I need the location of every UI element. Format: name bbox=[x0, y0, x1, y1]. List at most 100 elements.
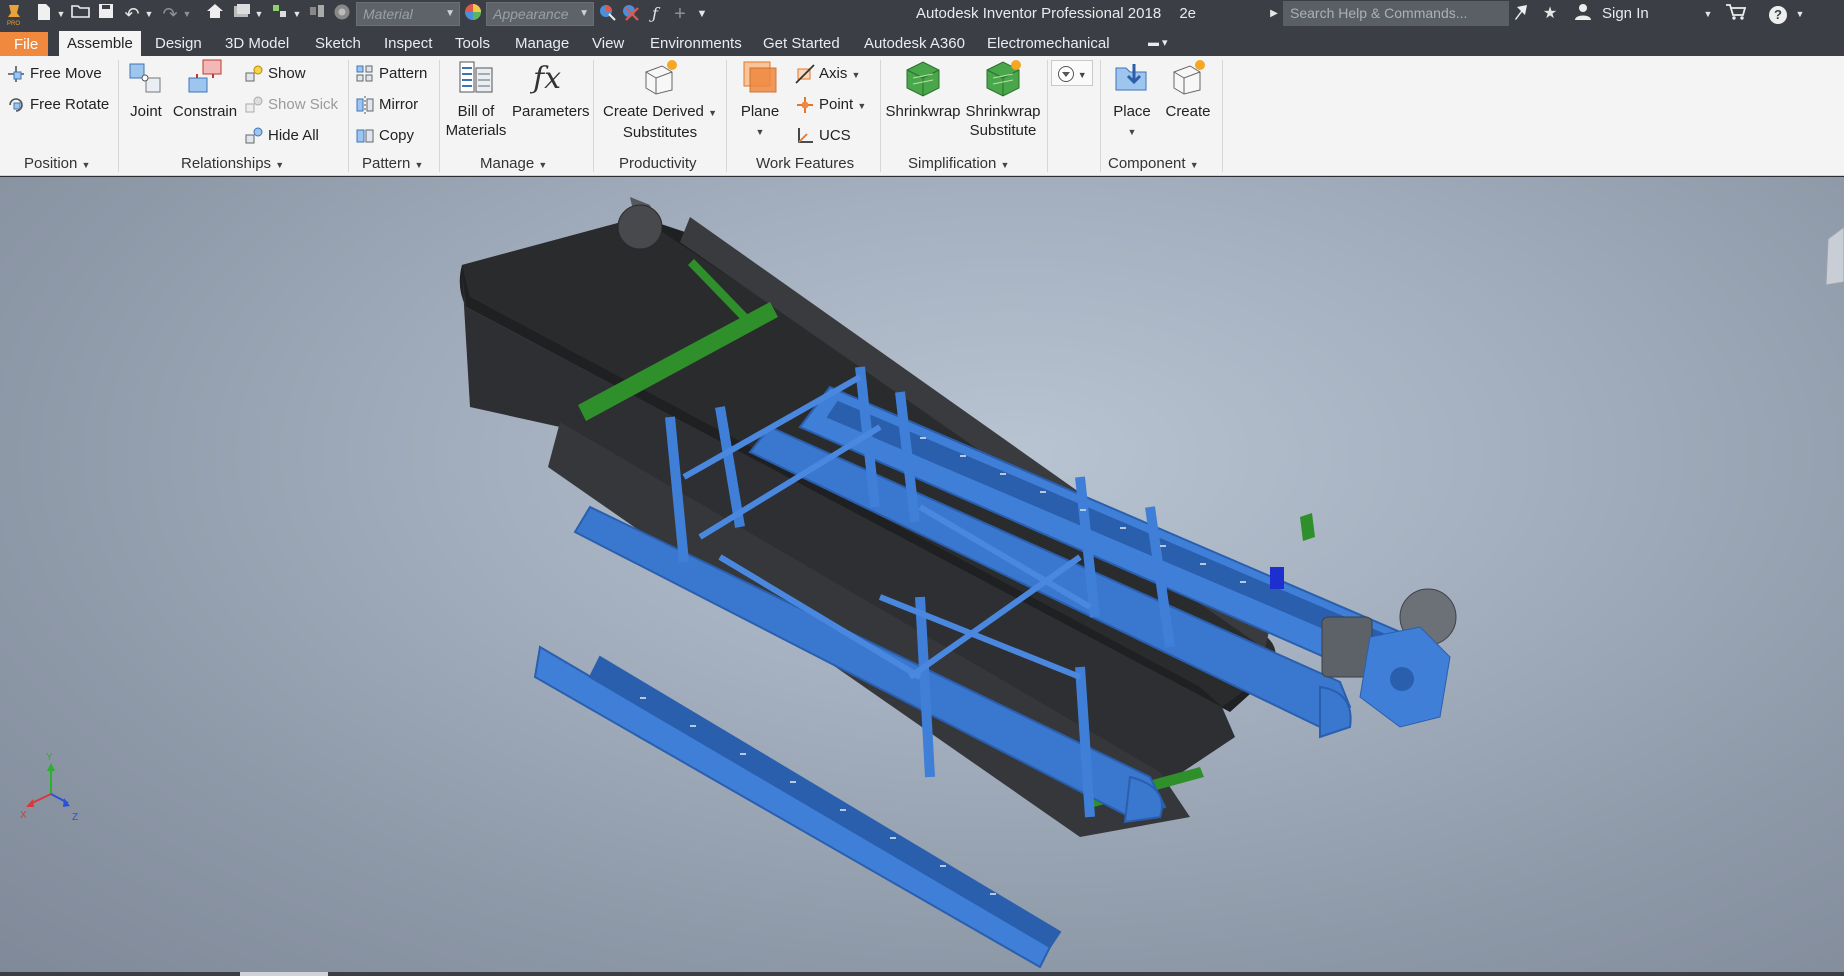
joint-button[interactable]: Joint bbox=[124, 58, 168, 121]
tab-design[interactable]: Design bbox=[147, 31, 210, 56]
status-bar bbox=[0, 972, 1844, 976]
create-label: Create bbox=[1165, 103, 1211, 120]
help-dropdown-icon[interactable]: ▼ bbox=[1794, 3, 1806, 25]
conveyor-belt[interactable] bbox=[459, 197, 1280, 837]
point-button[interactable]: Point ▼ bbox=[795, 92, 866, 118]
adjust-appearance-icon[interactable] bbox=[597, 3, 617, 25]
ucs-button[interactable]: UCS bbox=[795, 123, 851, 149]
hide-all-label: Hide All bbox=[268, 127, 319, 144]
axis-label: Axis bbox=[819, 65, 848, 82]
communication-center-icon[interactable] bbox=[1512, 3, 1532, 25]
panel-pattern-title[interactable]: Pattern ▼ bbox=[362, 154, 423, 174]
customize-qat-icon[interactable]: ▼ bbox=[694, 3, 710, 25]
hide-all-button[interactable]: Hide All bbox=[244, 123, 319, 149]
redo-dropdown-icon[interactable]: ▼ bbox=[182, 3, 192, 25]
tab-tools[interactable]: Tools bbox=[447, 31, 498, 56]
copy-button[interactable]: Copy bbox=[355, 123, 414, 149]
new-file-icon[interactable] bbox=[34, 3, 54, 25]
axis-button[interactable]: Axis ▼ bbox=[795, 61, 860, 87]
conveyor-assembly-model[interactable]: Y X Z bbox=[0, 177, 1844, 972]
free-rotate-icon bbox=[9, 98, 23, 112]
derived-substitute-icon bbox=[645, 60, 677, 95]
parameters-button[interactable]: ƒx Parameters bbox=[512, 58, 590, 121]
tab-sketch[interactable]: Sketch bbox=[307, 31, 369, 56]
user-icon[interactable] bbox=[1572, 3, 1594, 25]
gallery-dropdown-button[interactable]: ▼ bbox=[1051, 60, 1093, 86]
select-filter-icon[interactable] bbox=[270, 3, 290, 25]
panel-manage-title[interactable]: Manage ▼ bbox=[480, 154, 547, 174]
appearance-color-icon[interactable] bbox=[463, 3, 483, 25]
create-derived-substitutes-button[interactable]: Create Derived ▼ Substitutes bbox=[603, 58, 717, 142]
free-rotate-button[interactable]: Free Rotate bbox=[6, 92, 109, 118]
shrinkwrap-substitute-button[interactable]: Shrinkwrap Substitute bbox=[964, 58, 1042, 140]
tab-view[interactable]: View bbox=[584, 31, 632, 56]
tab-file[interactable]: File bbox=[0, 32, 48, 57]
redo-icon[interactable]: ↷ bbox=[160, 3, 180, 25]
pattern-button[interactable]: Pattern bbox=[355, 61, 427, 87]
tab-assemble[interactable]: Assemble bbox=[59, 31, 141, 56]
clear-appearance-icon[interactable] bbox=[620, 3, 640, 25]
help-icon[interactable]: ? bbox=[1768, 3, 1788, 25]
free-move-button[interactable]: Free Move bbox=[6, 61, 102, 87]
show-sick-button[interactable]: Show Sick bbox=[244, 92, 338, 118]
document-tab-indicator[interactable] bbox=[240, 972, 328, 976]
place-button[interactable]: Place ▼ bbox=[1106, 58, 1158, 142]
measure-icon[interactable] bbox=[307, 3, 327, 25]
undo-dropdown-icon[interactable]: ▼ bbox=[144, 3, 154, 25]
open-folder-icon[interactable] bbox=[70, 3, 92, 25]
tab-3d-model[interactable]: 3D Model bbox=[217, 31, 297, 56]
material-combo[interactable]: Material ▼ bbox=[356, 2, 460, 26]
ribbon-options-icon[interactable]: ▬ ▾ bbox=[1140, 31, 1176, 56]
web-icon[interactable] bbox=[332, 3, 352, 25]
add-icon[interactable]: + bbox=[670, 3, 690, 25]
app-logo-icon[interactable]: PRO bbox=[4, 3, 24, 27]
show-label: Show bbox=[268, 65, 306, 82]
constrain-button[interactable]: Constrain bbox=[172, 58, 238, 121]
show-button[interactable]: Show bbox=[244, 61, 306, 87]
tab-get-started[interactable]: Get Started bbox=[755, 31, 848, 56]
undo-icon[interactable]: ↶ bbox=[122, 3, 142, 25]
material-combo-value: Material bbox=[363, 6, 413, 22]
mirror-button[interactable]: Mirror bbox=[355, 92, 418, 118]
panel-relationships-dropdown-icon: ▼ bbox=[275, 160, 285, 170]
show-sick-icon bbox=[245, 96, 263, 113]
free-move-label: Free Move bbox=[30, 65, 102, 82]
bom-label-line2: Materials bbox=[445, 122, 507, 139]
sign-in-dropdown-icon[interactable]: ▼ bbox=[1702, 3, 1714, 25]
parameters-fx-icon[interactable]: ƒ bbox=[645, 3, 665, 25]
bill-of-materials-button[interactable]: Bill of Materials bbox=[443, 58, 509, 140]
tab-autodesk-a360[interactable]: Autodesk A360 bbox=[856, 31, 973, 56]
tab-environments[interactable]: Environments bbox=[642, 31, 750, 56]
home-icon[interactable] bbox=[205, 3, 225, 25]
tab-manage[interactable]: Manage bbox=[507, 31, 577, 56]
help-search-input[interactable]: Search Help & Commands... bbox=[1283, 1, 1509, 26]
new-file-dropdown-icon[interactable]: ▼ bbox=[56, 3, 66, 25]
tab-electromechanical[interactable]: Electromechanical bbox=[979, 31, 1118, 56]
appearance-combo[interactable]: Appearance ▼ bbox=[486, 2, 594, 26]
save-icon[interactable] bbox=[96, 3, 116, 25]
expand-arrow-icon[interactable]: ▶ bbox=[1268, 3, 1280, 25]
place-icon bbox=[1115, 64, 1147, 91]
shrinkwrap-button[interactable]: Shrinkwrap bbox=[884, 58, 962, 121]
ucs-label: UCS bbox=[819, 127, 851, 144]
create-component-icon bbox=[1173, 60, 1205, 95]
panel-simplification-title[interactable]: Simplification ▼ bbox=[908, 154, 1009, 174]
favorites-star-icon[interactable]: ★ bbox=[1540, 3, 1560, 25]
ribbon: Free Move Free Rotate Position ▼ Joint C… bbox=[0, 56, 1844, 176]
view-cube-icon[interactable] bbox=[1825, 226, 1844, 286]
panel-relationships-title[interactable]: Relationships ▼ bbox=[181, 154, 284, 174]
sign-in-link[interactable]: Sign In bbox=[1602, 0, 1649, 28]
panel-position-title[interactable]: Position ▼ bbox=[24, 154, 90, 174]
graphics-viewport[interactable]: Y X Z bbox=[0, 177, 1844, 972]
update-dropdown-icon[interactable]: ▼ bbox=[254, 3, 264, 25]
update-icon[interactable] bbox=[232, 3, 252, 25]
show-icon bbox=[245, 65, 263, 82]
tab-inspect[interactable]: Inspect bbox=[376, 31, 440, 56]
cart-icon[interactable] bbox=[1724, 3, 1748, 25]
plane-button[interactable]: Plane ▼ bbox=[733, 58, 787, 142]
select-filter-dropdown-icon[interactable]: ▼ bbox=[292, 3, 302, 25]
panel-component-title[interactable]: Component ▼ bbox=[1108, 154, 1199, 174]
create-button[interactable]: Create bbox=[1162, 58, 1214, 121]
free-rotate-label: Free Rotate bbox=[30, 96, 110, 113]
copy-icon bbox=[356, 129, 374, 143]
